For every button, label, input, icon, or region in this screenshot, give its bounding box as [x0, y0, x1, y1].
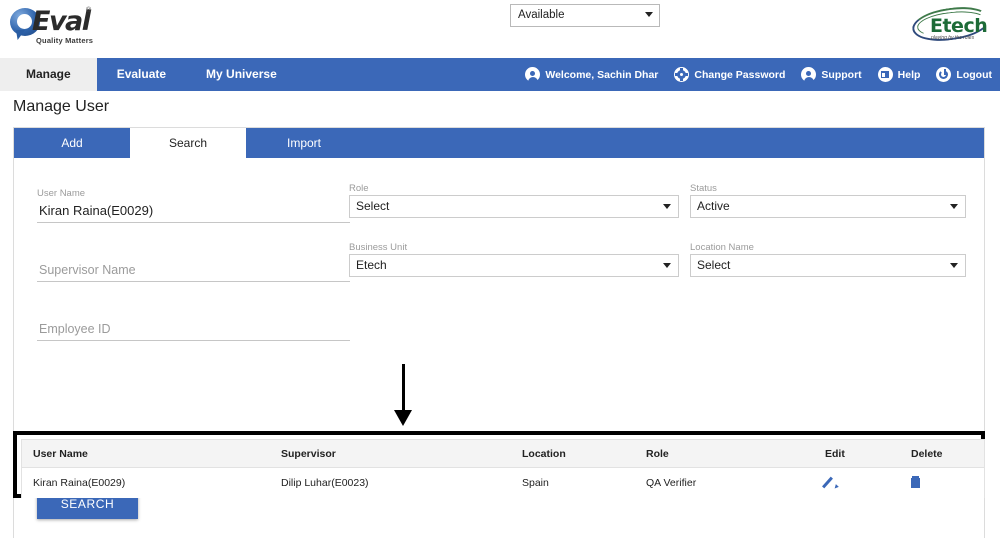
qeval-logo-text: Eval: [32, 6, 91, 37]
gear-icon: [674, 67, 690, 82]
nav-tab-my-universe[interactable]: My Universe: [186, 58, 297, 91]
main-navigation-bar: Manage Evaluate My Universe Welcome, Sac…: [0, 58, 1000, 91]
results-table-highlight: User Name Supervisor Location Role Edit …: [13, 431, 985, 498]
help-label: Help: [897, 68, 921, 81]
app-page: Eval ® Quality Matters Available Etech p…: [0, 0, 1000, 538]
availability-selected-value: Available: [518, 9, 565, 21]
chevron-down-icon: [950, 263, 958, 268]
account-nav-group: Welcome, Sachin Dhar Change Password Sup…: [525, 58, 992, 91]
column-header-edit: Edit: [825, 447, 845, 460]
chevron-down-icon: [645, 12, 653, 17]
supervisor-name-input[interactable]: Supervisor Name: [37, 259, 350, 282]
location-name-selected-value: Select: [697, 258, 731, 272]
user-name-input[interactable]: Kiran Raina(E0029): [37, 200, 350, 223]
column-header-role: Role: [646, 447, 669, 460]
column-header-user-name: User Name: [33, 447, 88, 460]
location-name-select[interactable]: Select: [690, 254, 966, 277]
table-row: Kiran Raina(E0029) Dilip Luhar(E0023) Sp…: [22, 468, 984, 498]
user-name-label: User Name: [37, 188, 86, 199]
welcome-user-label: Welcome, Sachin Dhar: [545, 68, 659, 81]
status-select[interactable]: Active: [690, 195, 966, 218]
column-header-supervisor: Supervisor: [281, 447, 336, 460]
change-password-label: Change Password: [694, 68, 786, 81]
annotation-arrow-shaft: [402, 364, 405, 416]
change-password-item[interactable]: Change Password: [674, 67, 785, 82]
support-item[interactable]: Support: [801, 67, 862, 82]
qeval-bubble-inner: [17, 14, 32, 29]
book-icon: [877, 67, 893, 82]
tab-import[interactable]: Import: [246, 128, 362, 158]
person-icon: [801, 67, 817, 82]
etech-logo-tagline: playing by the rules: [931, 35, 975, 41]
user-name-field: User Name Kiran Raina(E0029): [37, 188, 350, 223]
person-icon: [525, 67, 541, 82]
status-selected-value: Active: [697, 199, 730, 213]
column-header-location: Location: [522, 447, 566, 460]
welcome-user-item[interactable]: Welcome, Sachin Dhar: [525, 67, 658, 82]
card-tab-strip: Add Search Import: [14, 128, 984, 158]
business-unit-selected-value: Etech: [356, 258, 387, 272]
cell-edit: [814, 475, 900, 491]
employee-id-field: Employee ID Employee ID: [37, 306, 350, 341]
qeval-registered-mark: ®: [86, 7, 92, 14]
logout-item[interactable]: Logout: [936, 67, 992, 82]
role-label: Role: [349, 183, 369, 194]
role-selected-value: Select: [356, 199, 390, 213]
cell-role: QA Verifier: [646, 477, 697, 489]
role-select[interactable]: Select: [349, 195, 679, 218]
power-icon: [936, 67, 952, 82]
trash-icon[interactable]: [911, 475, 920, 488]
employee-id-input[interactable]: Employee ID: [37, 318, 350, 341]
etech-logo: Etech playing by the rules: [910, 2, 992, 46]
annotation-arrow-head: [394, 410, 412, 426]
top-bar: Eval ® Quality Matters Available Etech p…: [0, 0, 1000, 58]
status-label: Status: [690, 183, 717, 194]
cell-delete: [900, 475, 980, 491]
business-unit-field: Business Unit Etech: [349, 242, 679, 277]
results-table: User Name Supervisor Location Role Edit …: [21, 439, 985, 498]
cell-supervisor: Dilip Luhar(E0023): [281, 477, 369, 489]
chevron-down-icon: [663, 263, 671, 268]
main-nav-tabs: Manage Evaluate My Universe: [0, 58, 297, 91]
status-field: Status Active: [690, 183, 966, 218]
logout-label: Logout: [956, 68, 992, 81]
business-unit-label: Business Unit: [349, 242, 408, 253]
cell-location: Spain: [522, 477, 549, 489]
table-header-row: User Name Supervisor Location Role Edit …: [22, 440, 984, 468]
business-unit-select[interactable]: Etech: [349, 254, 679, 277]
nav-tab-evaluate[interactable]: Evaluate: [97, 58, 186, 91]
tab-search[interactable]: Search: [130, 128, 246, 158]
etech-logo-text: Etech: [930, 15, 988, 37]
column-header-delete: Delete: [911, 447, 943, 460]
page-title: Manage User: [13, 98, 110, 115]
qeval-logo-tagline: Quality Matters: [36, 36, 94, 45]
pencil-icon[interactable]: [825, 475, 838, 488]
cell-user-name: Kiran Raina(E0029): [33, 477, 126, 489]
help-item[interactable]: Help: [877, 67, 921, 82]
support-label: Support: [821, 68, 862, 81]
tab-add[interactable]: Add: [14, 128, 130, 158]
nav-tab-manage[interactable]: Manage: [0, 58, 97, 91]
role-field: Role Select: [349, 183, 679, 218]
qeval-logo: Eval ® Quality Matters: [8, 3, 100, 49]
location-name-label: Location Name: [690, 242, 754, 253]
chevron-down-icon: [663, 204, 671, 209]
chevron-down-icon: [950, 204, 958, 209]
availability-select[interactable]: Available: [510, 4, 660, 27]
supervisor-name-field: Supervisor Name Supervisor Name: [37, 247, 350, 282]
location-name-field: Location Name Select: [690, 242, 966, 277]
